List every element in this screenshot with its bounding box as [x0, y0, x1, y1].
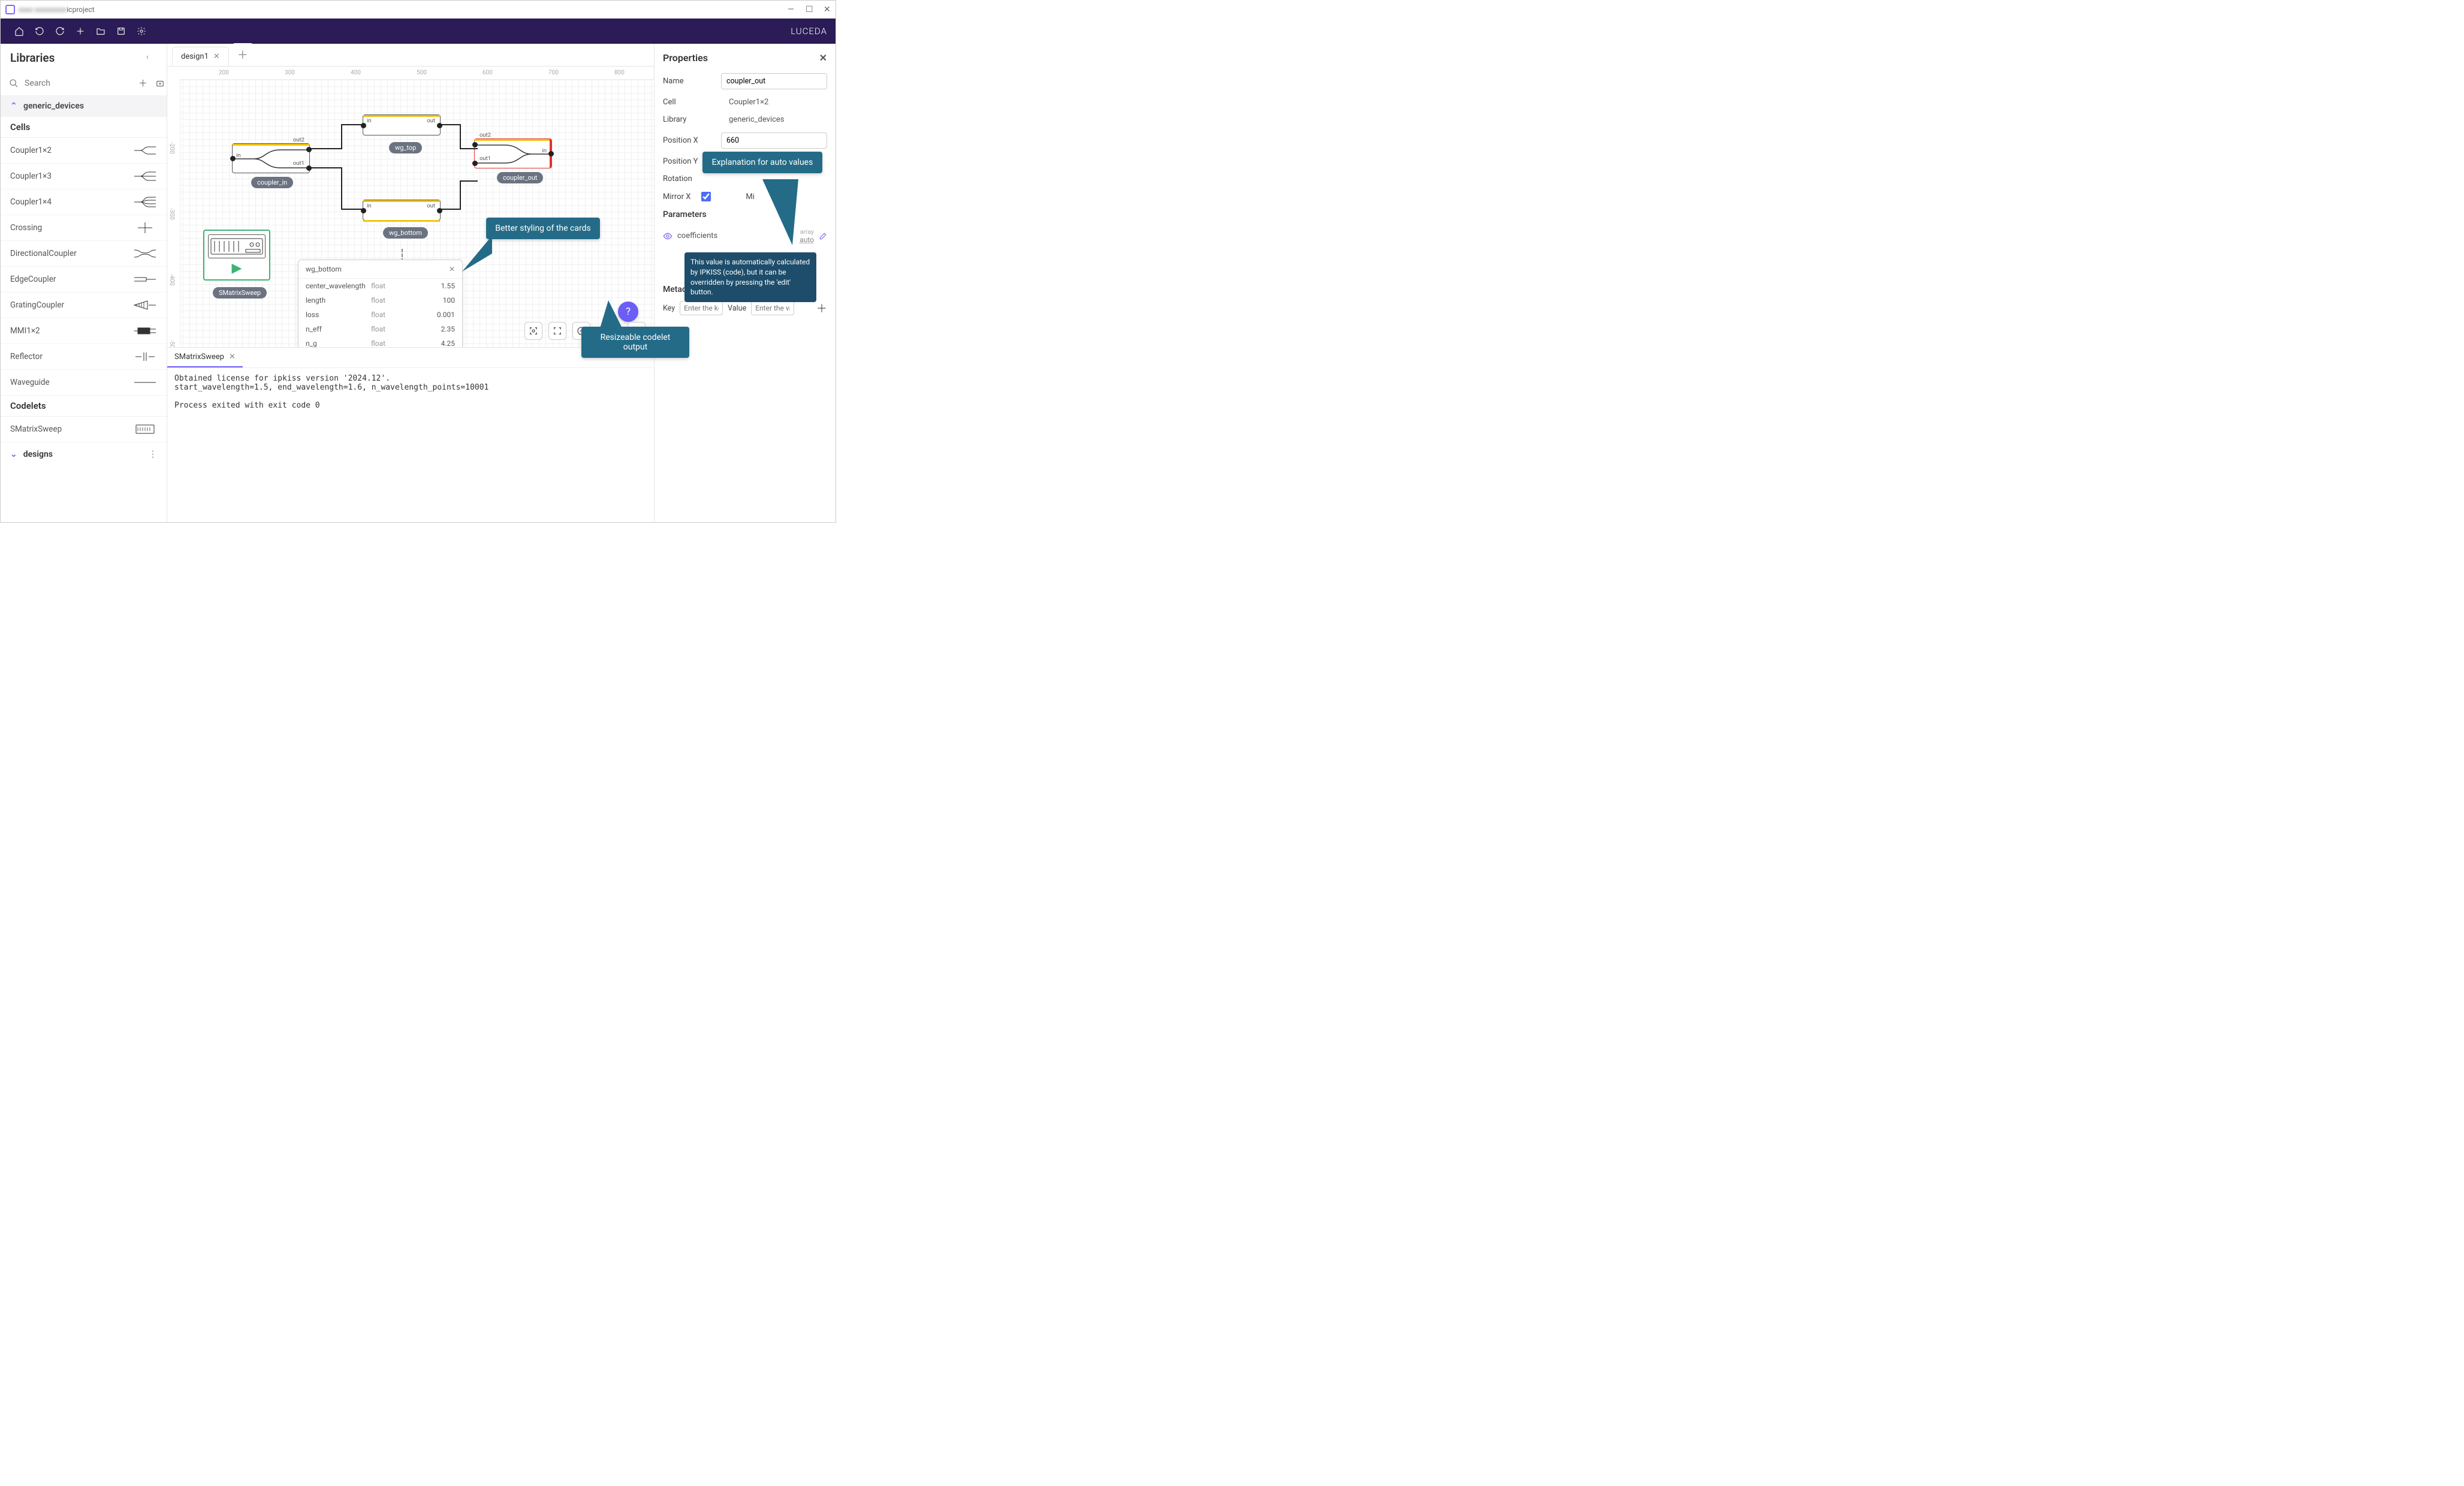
codelets-subheader: Codelets — [1, 396, 167, 417]
window-path: xxxx xxxxxxxxxicproject — [19, 5, 95, 14]
canvas[interactable]: 200 300 400 500 600 700 800 -200 -300 -4… — [167, 67, 654, 347]
more-icon[interactable]: ⋮ — [149, 450, 157, 459]
new-folder-icon[interactable] — [155, 79, 165, 88]
auto-value-tooltip: This value is automatically calculated b… — [684, 252, 816, 302]
library-value: generic_devices — [729, 115, 785, 124]
cell-value: Coupler1×2 — [729, 98, 768, 107]
focus-icon[interactable] — [524, 322, 542, 340]
window-close-button[interactable]: ✕ — [824, 6, 831, 13]
main-toolbar: test LUCEDA — [1, 19, 836, 44]
cell-item-coupler1x2[interactable]: Coupler1×2 — [1, 138, 167, 164]
document-title: test — [1225, 26, 1240, 37]
visibility-icon[interactable] — [663, 231, 672, 241]
close-popup-icon[interactable]: ✕ — [449, 265, 455, 273]
save-icon[interactable] — [111, 21, 131, 41]
chevron-down-icon: ⌄ — [10, 450, 17, 459]
section-designs[interactable]: ⌄ designs ⋮ — [1, 442, 167, 466]
add-tab-button[interactable]: ＋ — [231, 43, 254, 66]
cell-item-coupler1x3[interactable]: Coupler1×3 — [1, 164, 167, 189]
popup-title: wg_bottom — [306, 265, 342, 273]
edit-param-icon[interactable] — [819, 232, 827, 240]
add-metadata-icon[interactable]: ＋ — [816, 300, 827, 316]
ruler-left: -200 -300 -400 -500 — [167, 80, 180, 347]
sweep-label: SMatrixSweep — [213, 287, 267, 299]
redo-icon[interactable] — [50, 21, 70, 41]
oscilloscope-icon — [208, 234, 266, 258]
metadata-key-input[interactable] — [680, 301, 723, 315]
window-minimize-button[interactable]: — — [788, 6, 795, 13]
crossing-icon — [133, 221, 157, 234]
directionalcoupler-icon — [133, 247, 157, 260]
cell-item-gratingcoupler[interactable]: GratingCoupler — [1, 293, 167, 318]
settings-icon[interactable] — [131, 21, 152, 41]
cell-item-mmi1x2[interactable]: MMI1×2 — [1, 318, 167, 344]
properties-panel: Properties ✕ Name CellCoupler1×2 Library… — [654, 44, 836, 522]
chevron-up-icon: ⌃ — [10, 101, 17, 111]
close-properties-icon[interactable]: ✕ — [819, 52, 827, 64]
coupler1x3-icon — [133, 170, 157, 183]
undo-icon[interactable] — [29, 21, 50, 41]
close-console-tab-icon[interactable]: ✕ — [229, 352, 236, 361]
coupler1x4-icon — [133, 195, 157, 209]
close-tab-icon[interactable]: ✕ — [213, 52, 220, 61]
smatrixsweep-icon — [133, 423, 157, 436]
cell-item-crossing[interactable]: Crossing — [1, 215, 167, 241]
add-icon[interactable] — [70, 21, 91, 41]
brand-logo: LUCEDA — [791, 26, 827, 37]
window-maximize-button[interactable]: ☐ — [806, 6, 813, 13]
app-icon — [5, 5, 15, 14]
home-icon[interactable] — [9, 21, 29, 41]
fit-icon[interactable] — [548, 322, 566, 340]
cell-item-reflector[interactable]: Reflector — [1, 344, 167, 370]
coupler1x2-icon — [133, 144, 157, 157]
search-input[interactable] — [25, 79, 131, 88]
libraries-sidebar: Libraries ‹ ＋ ⌃ generic_devices Cells Co… — [1, 44, 167, 522]
node-coupler-out[interactable]: in out2 out1 coupler_out — [474, 138, 552, 168]
sidebar-title: Libraries — [10, 51, 55, 65]
node-smatrixsweep[interactable]: ▶ — [203, 230, 270, 281]
cell-item-directionalcoupler[interactable]: DirectionalCoupler — [1, 241, 167, 267]
add-library-icon[interactable]: ＋ — [137, 77, 149, 89]
tab-design1[interactable]: design1 ✕ — [172, 47, 229, 66]
reflector-icon — [133, 350, 157, 363]
cell-item-waveguide[interactable]: Waveguide — [1, 370, 167, 396]
codelet-item-smatrixsweep[interactable]: SMatrixSweep — [1, 417, 167, 442]
callout-cards: Better styling of the cards — [486, 218, 600, 239]
node-coupler-in[interactable]: in out2 out1 coupler_in — [232, 143, 310, 173]
callout-auto: Explanation for auto values — [702, 152, 822, 173]
window-titlebar: xxxx xxxxxxxxxicproject — ☐ ✕ — [1, 1, 836, 19]
play-icon[interactable]: ▶ — [208, 261, 266, 276]
collapse-sidebar-icon[interactable]: ‹ — [146, 53, 157, 64]
cell-item-coupler1x4[interactable]: Coupler1×4 — [1, 189, 167, 215]
mmi1x2-icon — [133, 324, 157, 337]
console-tab-smatrixsweep[interactable]: SMatrixSweep ✕ — [167, 348, 243, 367]
edgecoupler-icon — [133, 273, 157, 286]
node-wg-bottom[interactable]: in out wg_bottom — [363, 200, 441, 221]
console-panel: SMatrixSweep ✕ Obtained license for ipki… — [167, 347, 654, 522]
cells-subheader: Cells — [1, 117, 167, 138]
folder-icon[interactable] — [91, 21, 111, 41]
gratingcoupler-icon — [133, 299, 157, 312]
mirrorx-checkbox[interactable] — [701, 192, 711, 201]
search-icon — [9, 79, 19, 88]
node-wg-top[interactable]: in out wg_top — [363, 114, 441, 135]
callout-resize: Resizeable codelet output — [581, 327, 689, 358]
name-input[interactable] — [721, 73, 827, 89]
section-generic-devices[interactable]: ⌃ generic_devices — [1, 95, 167, 117]
posx-input[interactable] — [721, 132, 827, 149]
metadata-value-input[interactable] — [751, 301, 794, 315]
waveguide-icon — [133, 376, 157, 389]
properties-title: Properties — [663, 52, 708, 64]
console-output: Obtained license for ipkiss version '202… — [167, 368, 654, 522]
ruler-top: 200 300 400 500 600 700 800 — [180, 67, 654, 80]
property-popup-card: wg_bottom ✕ center_wavelengthfloat1.55 l… — [298, 260, 463, 347]
editor-tabs: design1 ✕ ＋ — [167, 44, 654, 67]
cell-item-edgecoupler[interactable]: EdgeCoupler — [1, 267, 167, 293]
